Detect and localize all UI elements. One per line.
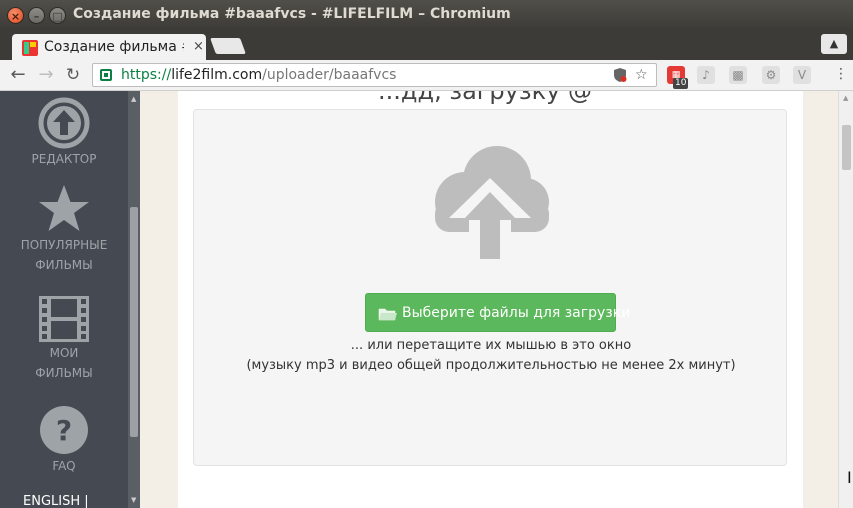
sidebar-item-label: ФИЛЬМЫ <box>35 258 93 272</box>
scroll-up-arrow-icon[interactable]: ▲ <box>131 95 136 103</box>
sidebar-item-editor[interactable]: РЕДАКТОР <box>0 97 128 169</box>
music-extension-icon[interactable]: ♪ <box>697 66 715 84</box>
scroll-down-arrow-icon[interactable]: ▼ <box>131 496 136 504</box>
sidebar-scrollbar[interactable]: ▲ ▼ <box>128 91 140 508</box>
sidebar-item-faq[interactable]: ? FAQ <box>0 404 128 476</box>
new-tab-button[interactable] <box>210 38 246 54</box>
upload-requirements-text: (музыку mp3 и видео общей продолжительно… <box>246 358 736 373</box>
sidebar-item-label: ПОПУЛЯРНЫЕ <box>20 238 108 252</box>
upload-circle-icon <box>38 97 90 149</box>
sidebar-item-label: МОИ <box>49 346 79 360</box>
gear-extension-icon[interactable]: ⚙ <box>762 66 780 84</box>
forward-button[interactable]: → <box>36 65 56 85</box>
url-text: https://life2film.com/uploader/baaafvcs <box>121 67 396 83</box>
window-titlebar: × – □ Создание фильма #baaafvcs - #LIFEL… <box>0 0 853 30</box>
shield-blocked-icon[interactable] <box>613 67 627 87</box>
star-icon <box>39 185 89 231</box>
film-icon <box>39 296 89 342</box>
secure-lock-icon[interactable] <box>100 69 112 81</box>
sidebar-item-label: ФИЛЬМЫ <box>35 366 93 380</box>
bookmark-star-icon[interactable]: ☆ <box>635 67 648 83</box>
back-button[interactable]: ← <box>8 65 28 85</box>
question-icon: ? <box>40 406 88 454</box>
sidebar-item-label: РЕДАКТОР <box>31 152 97 166</box>
window-minimize-button[interactable]: – <box>28 7 45 24</box>
sidebar: РЕДАКТОР ПОПУЛЯРНЫЕ ФИЛЬМЫ МОИ ФИЛЬМЫ ? … <box>0 91 140 508</box>
url-host: life2film.com <box>171 67 263 83</box>
tab-close-icon[interactable]: × <box>193 39 204 54</box>
page-scrollbar[interactable]: ▲ <box>838 91 853 508</box>
url-scheme: https:// <box>121 67 172 83</box>
site-favicon-icon <box>22 40 38 56</box>
select-files-button[interactable]: Выберите файлы для загрузки <box>365 293 630 332</box>
svg-text:?: ? <box>56 414 72 447</box>
drag-drop-hint: ... или перетащите их мышью в это окно <box>350 338 632 353</box>
folder-open-icon <box>378 308 397 321</box>
page-heading-partial: ...дд, загрузку @ <box>378 91 592 105</box>
tab-title: Создание фильма # <box>44 39 184 55</box>
cloud-upload-icon <box>435 146 549 260</box>
grid-extension-icon[interactable]: ▩ <box>729 66 747 84</box>
address-bar[interactable]: https://life2film.com/uploader/baaafvcs … <box>92 63 657 87</box>
language-switch[interactable]: ENGLISH | <box>23 494 89 508</box>
extension-count-badge: 10 <box>673 78 689 89</box>
sidebar-item-popular-films[interactable]: ПОПУЛЯРНЫЕ ФИЛЬМЫ <box>0 183 128 275</box>
window-close-button[interactable]: × <box>7 7 24 24</box>
select-files-label: Выберите файлы для загрузки <box>402 305 631 321</box>
url-path: /uploader/baaafvcs <box>262 67 397 83</box>
window-title: Создание фильма #baaafvcs - #LIFELFILM –… <box>73 6 511 22</box>
sidebar-item-my-films[interactable]: МОИ ФИЛЬМЫ <box>0 295 128 383</box>
tab-strip: Создание фильма # × ▲ <box>0 30 853 61</box>
profile-icon[interactable]: ▲ <box>821 34 847 54</box>
reload-button[interactable]: ↻ <box>63 65 83 85</box>
upload-dropzone[interactable]: Выберите файлы для загрузки ... или пере… <box>193 109 787 466</box>
window-maximize-button[interactable]: □ <box>49 7 66 24</box>
text-cursor-icon: I <box>847 468 852 487</box>
scroll-up-arrow-icon[interactable]: ▲ <box>843 94 848 102</box>
page-scroll-thumb[interactable] <box>842 125 851 170</box>
browser-toolbar: ← → ↻ https://life2film.com/uploader/baa… <box>0 60 853 91</box>
sidebar-item-label: FAQ <box>52 459 76 473</box>
browser-menu-icon[interactable]: ⋮ <box>834 66 848 82</box>
sidebar-scroll-thumb[interactable] <box>130 207 138 437</box>
browser-tab-active[interactable]: Создание фильма # × <box>12 34 206 61</box>
vue-extension-icon[interactable]: V <box>793 66 811 84</box>
page-viewport: ...дд, загрузку @ Выберите файлы для заг… <box>0 91 853 508</box>
